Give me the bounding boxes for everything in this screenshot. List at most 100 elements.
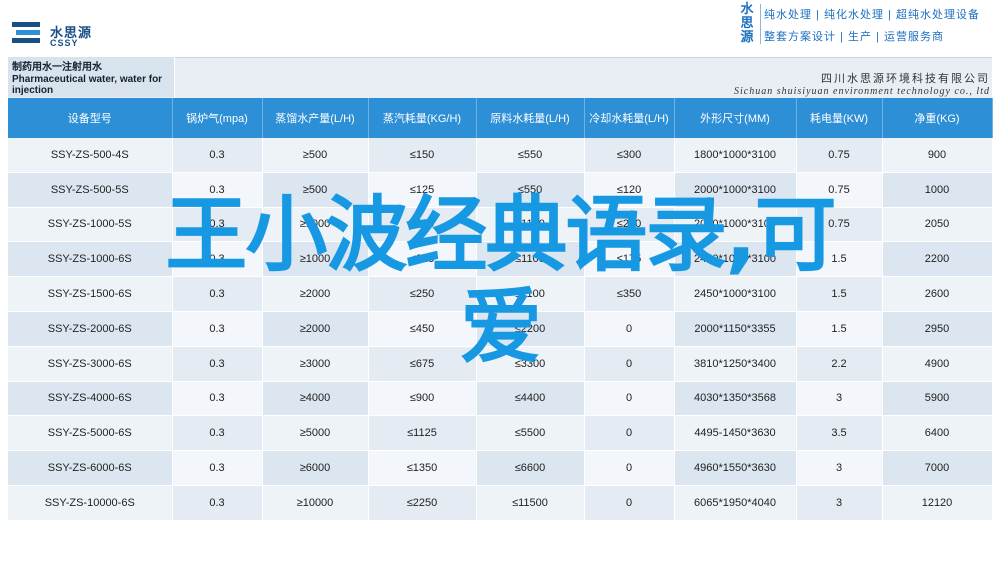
table-row: SSY-ZS-500-4S 0.3 ≥500 ≤150 ≤550 ≤300 1800*100… bbox=[8, 138, 993, 173]
header-slogan: 水思源 纯水处理 | 纯化水处理 | 超纯水处理设备 整套方案设计 | 生产 |… bbox=[738, 2, 1000, 46]
column-header: 锅炉气(mpa) bbox=[172, 98, 263, 138]
table-row: SSY-ZS-1500-6S 0.3 ≥2000 ≤250 ≤1100 ≤350 2450*… bbox=[8, 276, 993, 312]
table-cell: ≥4000 bbox=[262, 381, 369, 417]
table-cell: 0.75 bbox=[796, 172, 883, 208]
table-cell: 2050 bbox=[882, 207, 993, 243]
table-cell: ≥3000 bbox=[262, 346, 369, 382]
column-header: 耗电量(KW) bbox=[796, 98, 883, 138]
table-cell: ≤5500 bbox=[476, 415, 585, 452]
table-cell: 6065*1950*4040 bbox=[674, 485, 797, 521]
table-cell: 1.5 bbox=[796, 241, 883, 278]
table-cell: 1800*1000*3100 bbox=[674, 138, 797, 173]
title-en-2: injection bbox=[12, 85, 54, 96]
table-cell: ≤175 bbox=[584, 241, 675, 278]
water-drop-logo-icon bbox=[12, 22, 40, 43]
table-cell: ≤350 bbox=[584, 276, 675, 312]
table-cell: SSY-ZS-1000-5S bbox=[8, 207, 173, 243]
table-cell: 2450*1000*3100 bbox=[674, 241, 797, 278]
slogan-divider bbox=[760, 4, 761, 44]
table-cell: ≤2200 bbox=[476, 311, 585, 347]
table-cell: ≤1350 bbox=[368, 450, 477, 486]
table-cell: ≥1000 bbox=[262, 241, 369, 278]
product-title: 制药用水一注射用水 Pharmaceutical water, water fo… bbox=[8, 57, 175, 97]
table-cell: ≤4400 bbox=[476, 381, 585, 417]
slogan-line-1: 纯水处理 | 纯化水处理 | 超纯水处理设备 bbox=[764, 9, 980, 21]
table-cell: 12120 bbox=[882, 485, 993, 521]
table-cell: ≤300 bbox=[584, 138, 675, 173]
table-cell: ≤550 bbox=[476, 138, 585, 173]
table-row: SSY-ZS-500-5S 0.3 ≥500 ≤125 ≤550 ≤120 2000*100… bbox=[8, 172, 993, 208]
table-cell: ≤1100 bbox=[476, 276, 585, 312]
table-cell: 0.3 bbox=[172, 415, 263, 452]
table-cell: SSY-ZS-2000-6S bbox=[8, 311, 173, 347]
table-cell: 0 bbox=[584, 450, 675, 486]
slogan-vertical: 水思源 bbox=[740, 1, 754, 44]
column-header: 净重(KG) bbox=[882, 98, 993, 138]
table-cell: 0 bbox=[584, 346, 675, 382]
table-cell: 2.2 bbox=[796, 346, 883, 382]
table-cell: 0 bbox=[584, 311, 675, 347]
title-cn: 制药用水一注射用水 bbox=[12, 62, 102, 73]
table-cell: ≥500 bbox=[262, 172, 369, 208]
table-cell: 7000 bbox=[882, 450, 993, 486]
table-cell: SSY-ZS-3000-6S bbox=[8, 346, 173, 382]
table-cell: SSY-ZS-1000-6S bbox=[8, 241, 173, 278]
table-cell: 0.3 bbox=[172, 138, 263, 173]
table-cell: 0.3 bbox=[172, 450, 263, 486]
table-cell: ≥6000 bbox=[262, 450, 369, 486]
table-cell: ≤125 bbox=[368, 172, 477, 208]
spec-table: 设备型号 锅炉气(mpa) 蒸馏水产量(L/H) 蒸汽耗量(KG/H) 原料水耗量(L/… bbox=[8, 98, 993, 521]
brand-logo: 水思源 CSSY bbox=[10, 14, 120, 54]
table-cell: ≤240 bbox=[584, 207, 675, 243]
table-cell: ≤450 bbox=[368, 311, 477, 347]
table-cell: 4960*1550*3630 bbox=[674, 450, 797, 486]
table-cell: ≤250 bbox=[368, 207, 477, 243]
table-cell: 1.5 bbox=[796, 276, 883, 312]
table-cell: SSY-ZS-4000-6S bbox=[8, 381, 173, 417]
table-cell: SSY-ZS-10000-6S bbox=[8, 485, 173, 521]
table-cell: 2600 bbox=[882, 276, 993, 312]
table-cell: 0.3 bbox=[172, 241, 263, 278]
table-cell: ≤1100 bbox=[476, 241, 585, 278]
table-cell: ≤120 bbox=[584, 172, 675, 208]
column-header: 冷却水耗量(L/H) bbox=[584, 98, 675, 138]
slogan-line-2: 整套方案设计 | 生产 | 运营服务商 bbox=[764, 31, 944, 43]
table-cell: 0.3 bbox=[172, 485, 263, 521]
table-row: SSY-ZS-3000-6S 0.3 ≥3000 ≤675 ≤3300 0 3810*125… bbox=[8, 346, 993, 382]
table-cell: 2450*1000*3100 bbox=[674, 276, 797, 312]
brand-name-en: CSSY bbox=[50, 38, 79, 48]
title-en-1: Pharmaceutical water, water for bbox=[12, 74, 163, 85]
table-cell: 4030*1350*3568 bbox=[674, 381, 797, 417]
table-cell: 0.75 bbox=[796, 138, 883, 173]
table-cell: 0.3 bbox=[172, 381, 263, 417]
table-cell: 3 bbox=[796, 485, 883, 521]
table-cell: ≤900 bbox=[368, 381, 477, 417]
table-cell: 0 bbox=[584, 485, 675, 521]
table-cell: SSY-ZS-1500-6S bbox=[8, 276, 173, 312]
table-cell: ≤3300 bbox=[476, 346, 585, 382]
table-cell: 0.3 bbox=[172, 276, 263, 312]
table-cell: 2000*1000*3100 bbox=[674, 207, 797, 243]
table-cell: 1000 bbox=[882, 172, 993, 208]
table-cell: 4900 bbox=[882, 346, 993, 382]
table-header-row: 设备型号 锅炉气(mpa) 蒸馏水产量(L/H) 蒸汽耗量(KG/H) 原料水耗量(L/… bbox=[8, 98, 993, 138]
table-cell: SSY-ZS-6000-6S bbox=[8, 450, 173, 486]
table-cell: ≤2250 bbox=[368, 485, 477, 521]
table-cell: ≥2000 bbox=[262, 276, 369, 312]
column-header: 外形尺寸(MM) bbox=[674, 98, 797, 138]
table-row: SSY-ZS-4000-6S 0.3 ≥4000 ≤900 ≤4400 0 4030*135… bbox=[8, 381, 993, 417]
table-row: SSY-ZS-6000-6S 0.3 ≥6000 ≤1350 ≤6600 0 4960*15… bbox=[8, 450, 993, 486]
table-row: SSY-ZS-5000-6S 0.3 ≥5000 ≤1125 ≤5500 0 4495-14… bbox=[8, 415, 993, 452]
table-row: SSY-ZS-2000-6S 0.3 ≥2000 ≤450 ≤2200 0 2000*115… bbox=[8, 311, 993, 347]
table-cell: 0.3 bbox=[172, 346, 263, 382]
table-row: SSY-ZS-1000-6S 0.3 ≥1000 ≤225 ≤1100 ≤175 2450*… bbox=[8, 241, 993, 278]
table-cell: ≤250 bbox=[368, 276, 477, 312]
table-cell: 3 bbox=[796, 450, 883, 486]
table-cell: 3 bbox=[796, 381, 883, 417]
table-cell: ≥2000 bbox=[262, 311, 369, 347]
table-cell: ≤225 bbox=[368, 241, 477, 278]
company-name-cn: 四川水思源环境科技有限公司 bbox=[821, 73, 990, 85]
table-cell: ≥10000 bbox=[262, 485, 369, 521]
company-info: 四川水思源环境科技有限公司 Sichuan shuisiyuan environ… bbox=[734, 70, 990, 97]
table-cell: 3810*1250*3400 bbox=[674, 346, 797, 382]
